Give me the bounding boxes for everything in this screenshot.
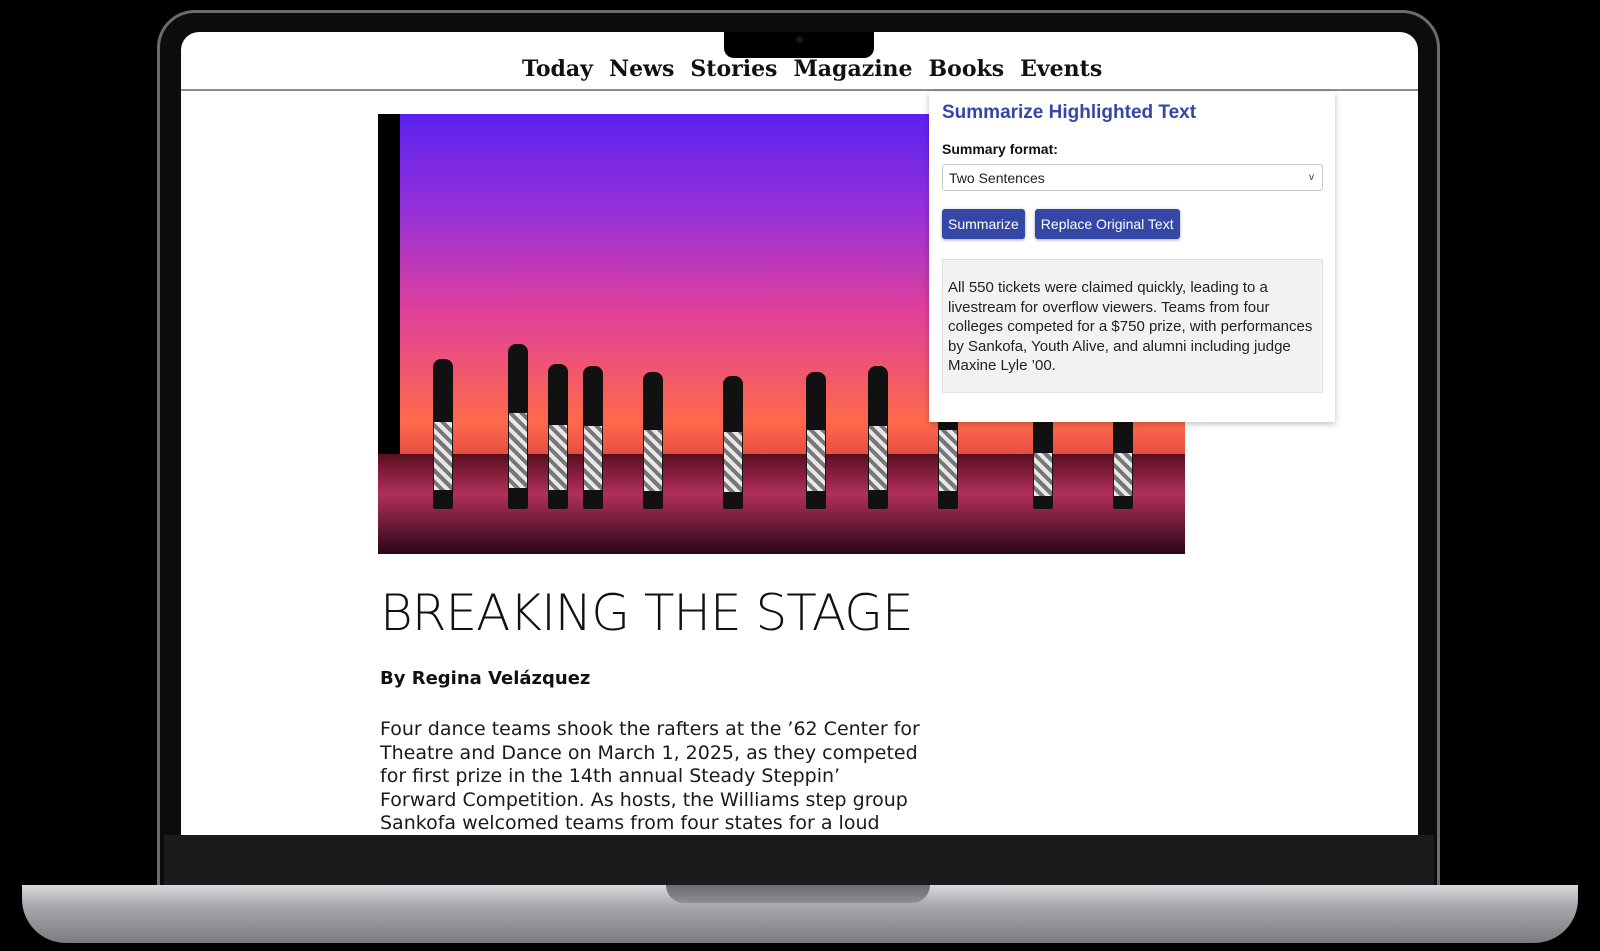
dancer-figure — [723, 376, 743, 509]
panel-title: Summarize Highlighted Text — [942, 102, 1197, 123]
dancer-figure — [508, 344, 528, 509]
dancer-figure — [806, 372, 826, 509]
replace-original-text-button[interactable]: Replace Original Text — [1034, 209, 1180, 239]
camera-notch — [724, 32, 874, 58]
laptop-bottom-bezel — [164, 835, 1434, 885]
summary-format-select[interactable]: Two Sentences v — [942, 164, 1323, 191]
nav-item-books[interactable]: Books — [929, 56, 1005, 82]
dancer-figure — [868, 366, 888, 509]
nav-item-magazine[interactable]: Magazine — [793, 56, 912, 82]
dancer-figure — [1113, 412, 1133, 509]
article-title: BREAKING THE STAGE — [380, 584, 914, 642]
nav-item-stories[interactable]: Stories — [690, 56, 777, 82]
dancer-figure — [583, 366, 603, 509]
nav-item-today[interactable]: Today — [522, 56, 593, 82]
browser-screen: Today News Stories Magazine Books Events… — [181, 32, 1418, 835]
article-byline: By Regina Velázquez — [380, 668, 591, 689]
dancer-figure — [1033, 412, 1053, 509]
camera-icon — [796, 36, 803, 43]
dancer-figure — [548, 364, 568, 509]
summary-format-label: Summary format: — [942, 141, 1058, 157]
nav-item-events[interactable]: Events — [1020, 56, 1102, 82]
dancer-figure — [643, 372, 663, 509]
chevron-down-icon: v — [1309, 172, 1314, 183]
summary-output: All 550 tickets were claimed quickly, le… — [942, 259, 1323, 393]
dancer-figure — [433, 359, 453, 509]
stage-floor — [378, 454, 1185, 554]
article-body: Four dance teams shook the rafters at th… — [380, 718, 920, 834]
nav-items: Today News Stories Magazine Books Events — [522, 56, 1102, 82]
summarize-panel: Summarize Highlighted Text Summary forma… — [929, 92, 1335, 422]
summary-format-value: Two Sentences — [949, 169, 1045, 186]
panel-buttons: Summarize Replace Original Text — [942, 209, 1322, 239]
laptop-base-notch — [666, 885, 930, 903]
nav-item-news[interactable]: News — [609, 56, 674, 82]
summarize-button[interactable]: Summarize — [942, 209, 1025, 239]
